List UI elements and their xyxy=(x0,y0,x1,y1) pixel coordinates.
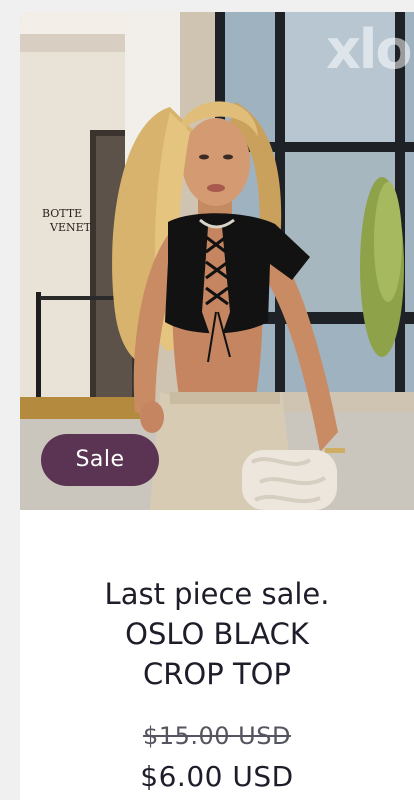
store-sign-line2: VENET xyxy=(49,221,92,234)
product-info: Last piece sale. OSLO BLACK CROP TOP $15… xyxy=(20,510,414,793)
product-title-line1: Last piece sale. xyxy=(104,577,330,611)
sale-price: $6.00 USD xyxy=(140,760,294,793)
product-title-line2: OSLO BLACK xyxy=(125,617,309,651)
watermark-logo: olx xyxy=(327,18,412,81)
product-card: BOTTE VENET olx Sale Last piece sale. OS… xyxy=(20,12,414,800)
sale-badge: Sale xyxy=(41,434,159,486)
product-title[interactable]: Last piece sale. OSLO BLACK CROP TOP xyxy=(50,574,384,694)
page: BOTTE VENET olx Sale Last piece sale. OS… xyxy=(0,0,414,800)
store-sign-line1: BOTTE xyxy=(42,207,82,220)
product-image[interactable]: BOTTE VENET olx Sale xyxy=(20,12,414,510)
compare-at-price: $15.00 USD xyxy=(143,722,291,750)
product-title-line3: CROP TOP xyxy=(143,657,291,691)
